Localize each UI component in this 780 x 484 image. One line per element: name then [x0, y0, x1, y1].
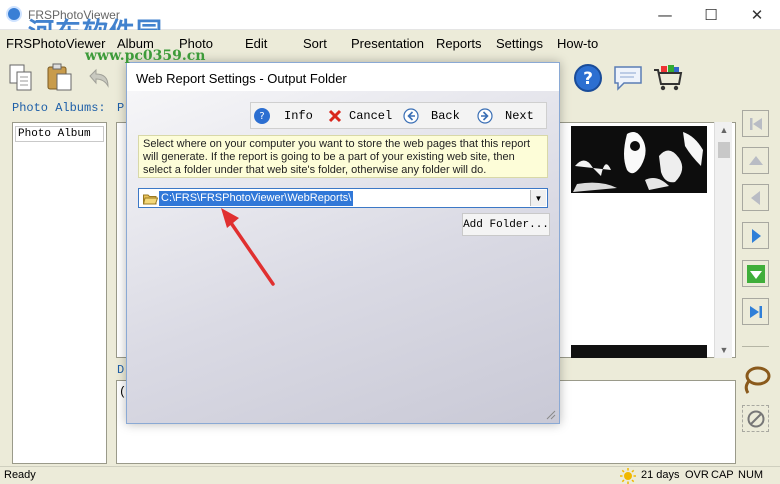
album-list[interactable]: Photo Album: [12, 122, 107, 464]
cart-icon[interactable]: [652, 62, 684, 94]
back-label: Back: [431, 109, 460, 123]
next-row-button[interactable]: [742, 260, 769, 287]
left-icon: [750, 190, 760, 205]
scroll-thumb[interactable]: [718, 142, 730, 158]
photos-label: P: [117, 101, 125, 115]
previous-row-button[interactable]: [742, 147, 769, 174]
app-icon: [6, 6, 22, 22]
svg-text:?: ?: [583, 69, 593, 89]
dialog-title-bar: Web Report Settings - Output Folder: [127, 63, 559, 91]
last-photo-button[interactable]: [742, 298, 769, 325]
menu-reports[interactable]: Reports: [436, 36, 482, 51]
dialog-title: Web Report Settings - Output Folder: [136, 71, 347, 86]
info-label: Info: [284, 109, 313, 123]
resize-grip-icon[interactable]: [544, 408, 556, 420]
status-days: 21 days: [641, 469, 680, 481]
scroll-up-icon[interactable]: ▲: [715, 122, 733, 138]
help-icon[interactable]: ?: [572, 62, 604, 94]
next-button[interactable]: Next: [477, 106, 534, 126]
status-cap: CAP: [711, 469, 734, 481]
title-bar: FRSPhotoViewer 河东软件园 — ☐ ✕: [0, 0, 780, 48]
info-icon: ?: [254, 108, 270, 124]
photo-thumbnail[interactable]: [571, 126, 707, 193]
previous-photo-button[interactable]: [742, 184, 769, 211]
maximize-button[interactable]: ☐: [688, 0, 734, 30]
undo-icon[interactable]: [82, 62, 114, 94]
cancel-icon: [328, 109, 342, 123]
copy-icon[interactable]: [6, 62, 38, 94]
photo-albums-label: Photo Albums:: [12, 101, 106, 115]
menu-settings[interactable]: Settings: [496, 36, 543, 51]
disable-button[interactable]: [742, 405, 769, 432]
photo-thumbnail-image: [571, 126, 707, 193]
paste-icon[interactable]: [44, 62, 76, 94]
down-icon: [746, 264, 765, 283]
photo-thumbnail[interactable]: [571, 345, 707, 358]
first-photo-button[interactable]: [742, 110, 769, 137]
dialog-body: ? Info Cancel Back Next Select where on …: [127, 91, 559, 423]
menu-sort[interactable]: Sort: [303, 36, 327, 51]
next-label: Next: [505, 109, 534, 123]
sun-icon: [620, 468, 636, 484]
up-icon: [748, 155, 763, 165]
last-icon: [749, 305, 762, 318]
status-bar: Ready 21 days OVR CAP NUM: [0, 466, 780, 484]
back-button[interactable]: Back: [403, 106, 460, 126]
back-icon: [403, 108, 419, 124]
menu-how-to[interactable]: How-to: [557, 36, 598, 51]
minimize-button[interactable]: —: [642, 0, 688, 30]
output-folder-combo[interactable]: C:\FRS\FRSPhotoViewer\WebReports\ ▼: [138, 188, 548, 208]
next-photo-button[interactable]: [742, 222, 769, 249]
cancel-label: Cancel: [349, 109, 393, 123]
chevron-down-icon[interactable]: ▼: [530, 190, 546, 206]
forbidden-icon: [747, 410, 764, 427]
annotation-arrow-icon: [221, 208, 275, 286]
nav-separator: [742, 346, 769, 347]
dialog-toolbar: ? Info Cancel Back Next: [250, 102, 547, 129]
description-label: D: [117, 363, 125, 377]
folder-icon: [143, 194, 158, 205]
right-icon: [751, 228, 761, 243]
cancel-button[interactable]: Cancel: [327, 106, 392, 126]
info-button[interactable]: ? Info: [254, 106, 313, 126]
status-num: NUM: [738, 469, 764, 481]
first-icon: [749, 117, 762, 130]
chat-icon[interactable]: [612, 62, 644, 94]
menu-presentation[interactable]: Presentation: [351, 36, 424, 51]
watermark-url: www.pc0359.cn: [85, 48, 206, 64]
next-icon: [477, 108, 493, 124]
scroll-down-icon[interactable]: ▼: [715, 342, 733, 358]
instructions-text: Select where on your computer you want t…: [138, 135, 548, 178]
lasso-icon[interactable]: [740, 365, 772, 395]
status-ready: Ready: [4, 469, 36, 481]
album-item[interactable]: Photo Album: [15, 126, 104, 142]
close-button[interactable]: ✕: [734, 0, 780, 30]
add-folder-button[interactable]: Add Folder...: [462, 213, 550, 236]
status-ovr: OVR: [685, 469, 709, 481]
menu-edit[interactable]: Edit: [245, 36, 267, 51]
web-report-dialog: Web Report Settings - Output Folder ? In…: [126, 62, 560, 424]
photo-scrollbar[interactable]: ▲ ▼: [714, 122, 732, 358]
